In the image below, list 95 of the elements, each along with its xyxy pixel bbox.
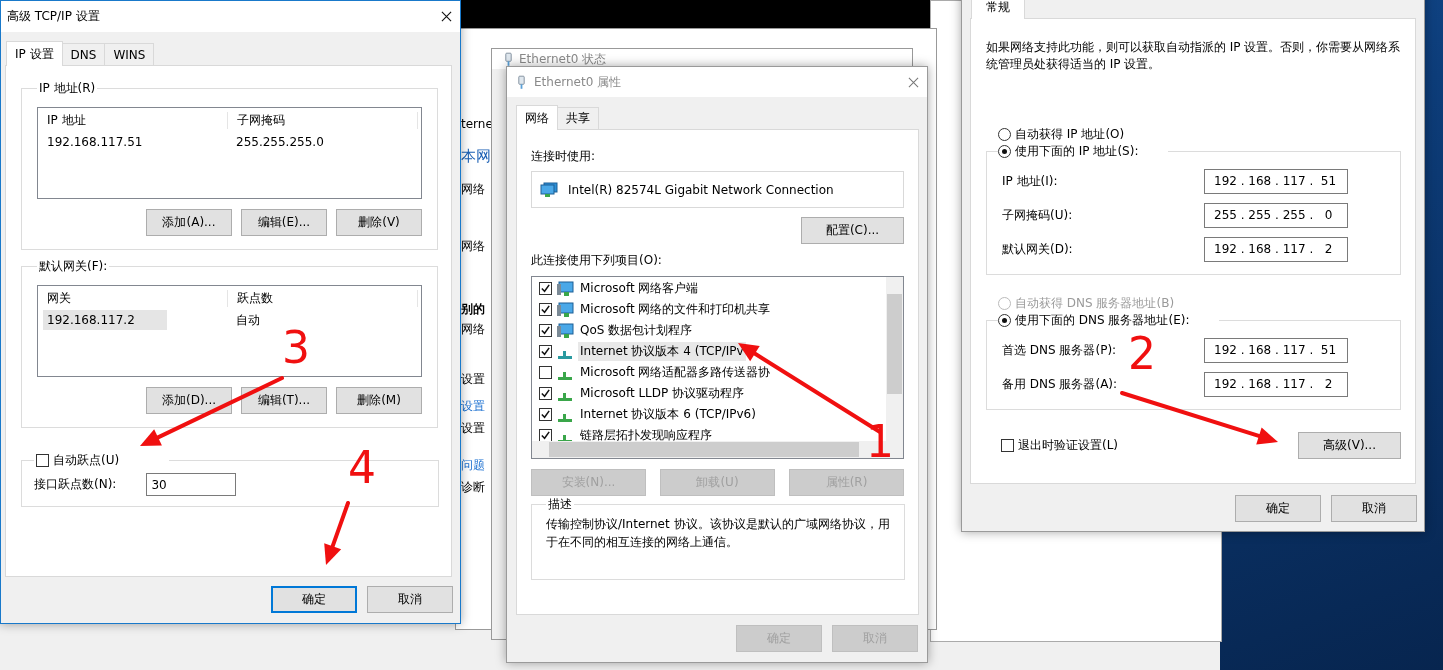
checkbox[interactable] [539,303,552,316]
dialog-button[interactable]: 编辑(T)... [241,387,327,414]
radio-button[interactable] [998,128,1011,141]
checkbox[interactable] [539,366,552,379]
checkbox[interactable] [36,454,49,467]
tab[interactable]: 网络 [516,105,558,130]
list-item[interactable]: Microsoft 网络适配器多路传送器协 [578,363,773,382]
protocol-icon [558,392,572,401]
checkbox[interactable] [539,282,552,295]
dialog-button[interactable]: 确定 [1235,495,1321,522]
ip-address-field[interactable]: 192 . 168 . 117 . 2 [1204,236,1348,262]
list-item[interactable]: Internet 协议版本 6 (TCP/IPv6) [578,405,758,424]
protocol-icon [558,371,572,380]
window-title: Ethernet0 状态 [519,50,607,68]
list-item[interactable]: Microsoft LLDP 协议驱动程序 [578,384,747,403]
field-label: 备用 DNS 服务器(A): [1002,375,1118,393]
close-icon[interactable] [441,11,452,22]
dialog-button[interactable]: 编辑(E)... [241,209,327,236]
dialog-button[interactable]: 添加(D)... [146,387,232,414]
checkbox[interactable] [539,387,552,400]
advanced-button[interactable]: 高级(V)... [1298,432,1401,459]
field-label: 子网掩码(U): [1002,206,1073,224]
group-label: 默认网关(F): [38,258,109,275]
input-field[interactable]: 30 [146,473,237,496]
dialog-button[interactable]: 取消 [367,586,453,613]
link[interactable]: 设置 [461,398,485,415]
network-cable-icon [517,74,526,90]
column-header[interactable]: IP 地址 [38,111,228,129]
window-title: Ethernet0 属性 [534,73,622,91]
list-item[interactable]: Internet 协议版本 4 (TCP/IPv [578,342,746,361]
field-label: 默认网关(D): [1002,240,1073,258]
checkbox-label[interactable]: 自动跃点(U) [53,452,120,469]
radio-label[interactable]: 使用下面的 DNS 服务器地址(E): [1015,312,1190,329]
annotation-number: 4 [348,452,376,484]
label: 设置 [461,371,485,388]
list-cell[interactable]: 192.168.117.2 [43,310,167,330]
section-label: 连接时使用: [531,148,597,165]
network-computer-icon [556,301,574,318]
list-cell[interactable]: 255.255.255.0 [227,132,416,152]
label: 网络 [461,238,485,255]
list-item[interactable]: 链路层拓扑发现响应程序 [578,426,714,442]
checkbox[interactable] [1001,439,1014,452]
protocol-icon [558,413,572,422]
radio-button[interactable] [998,145,1011,158]
ip-address-field[interactable]: 192 . 168 . 117 . 51 [1204,337,1348,363]
label: 网络 [461,181,485,198]
section-label: 此连接使用下列项目(O): [531,252,663,269]
dialog-button[interactable]: 确定 [271,586,357,613]
checkbox-label[interactable]: 退出时验证设置(L) [1018,437,1119,454]
link[interactable]: 问题 [461,457,485,474]
dialog-button[interactable]: 删除(V) [336,209,422,236]
tab[interactable]: 共享 [557,107,599,129]
configure-button[interactable]: 配置(C)... [801,217,904,244]
annotation-arrow [324,501,350,565]
ip-address-field[interactable]: 192 . 168 . 117 . 51 [1204,168,1348,194]
field-label: 首选 DNS 服务器(P): [1002,341,1117,359]
checkbox[interactable] [539,408,552,421]
description-text: 传输控制协议/Internet 协议。该协议是默认的广域网络协议，用于在不同的相互连接的网络上通信。 [546,516,891,551]
adapter-field: Intel(R) 82574L Gigabit Network Connection [531,171,904,208]
window-title: 高级 TCP/IP 设置 [7,8,100,25]
checkbox[interactable] [539,345,552,358]
field-label: IP 地址(I): [1002,172,1058,190]
ip-address-field[interactable]: 255 . 255 . 255 . 0 [1204,202,1348,228]
list-item[interactable]: Microsoft 网络的文件和打印机共享 [578,300,773,319]
tab[interactable]: 常规 [971,0,1025,19]
tab[interactable]: WINS [104,43,155,65]
ip-address-field[interactable]: 192 . 168 . 117 . 2 [1204,371,1348,397]
column-header[interactable]: 子网掩码 [228,111,418,129]
radio-label[interactable]: 使用下面的 IP 地址(S): [1015,143,1139,160]
group-label: IP 地址(R) [38,80,97,97]
tab[interactable]: IP 设置 [6,41,63,66]
protocol-icon [558,350,572,359]
dialog-button[interactable]: 取消 [1331,495,1417,522]
network-computer-icon [556,322,574,339]
list-item[interactable]: Microsoft 网络客户端 [578,279,701,298]
label: 诊断 [461,479,485,496]
list-cell[interactable]: 192.168.117.51 [38,132,227,152]
label: 别的 [461,301,485,318]
dialog-button[interactable]: 添加(A)... [146,209,232,236]
field-label: 接口跃点数(N): [34,476,117,493]
group-label: 描述 [547,496,573,513]
list-cell[interactable]: 自动 [227,310,416,330]
network-computer-icon [556,280,574,297]
network-cable-icon [504,51,513,67]
label: 网络 [461,321,485,338]
description-text: 如果网络支持此功能，则可以获取自动指派的 IP 设置。否则，你需要从网络系统管理员处获得适当的 IP 设置。 [986,39,1402,73]
label: 设置 [461,420,485,437]
radio-label[interactable]: 自动获得 IP 地址(O) [1015,126,1125,143]
list-item[interactable]: QoS 数据包计划程序 [578,321,695,340]
radio-button[interactable] [998,314,1011,327]
network-adapter-icon [540,181,558,198]
checkbox[interactable] [539,324,552,337]
column-header[interactable]: 跃点数 [228,289,418,307]
column-header[interactable]: 网关 [38,289,228,307]
dialog-button[interactable]: 删除(M) [336,387,422,414]
